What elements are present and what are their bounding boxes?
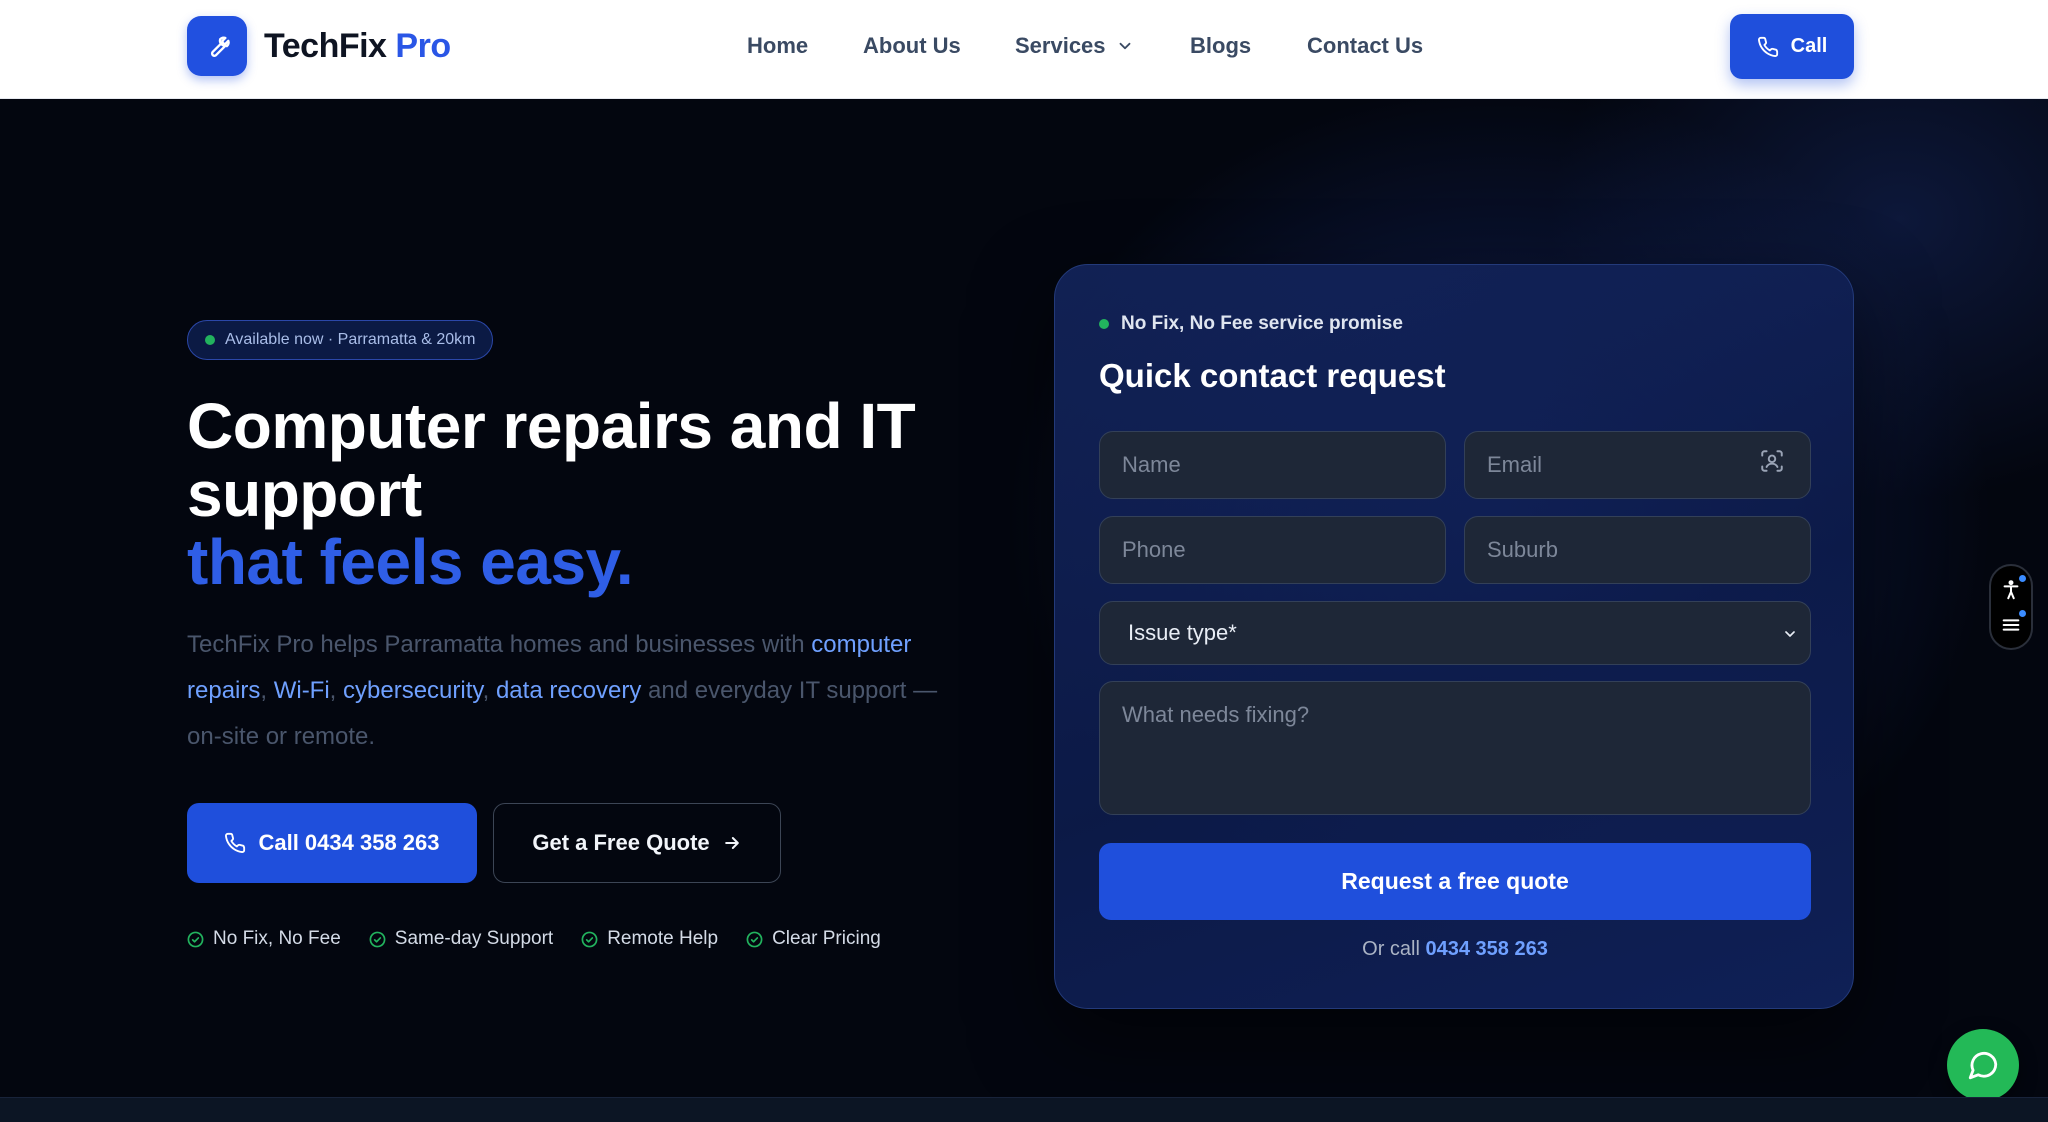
headline-main: Computer repairs and IT support bbox=[187, 390, 916, 530]
accessibility-button[interactable] bbox=[1998, 574, 2026, 603]
link-data-recovery[interactable]: data recovery bbox=[496, 677, 641, 704]
nav-services[interactable]: Services bbox=[1015, 30, 1134, 62]
chevron-down-icon bbox=[1119, 42, 1130, 50]
promise-text: No Fix, No Fee service promise bbox=[1121, 313, 1403, 334]
link-cybersecurity[interactable]: cybersecurity bbox=[343, 677, 483, 704]
service-promise: No Fix, No Fee service promise bbox=[1099, 313, 1403, 335]
side-widget-toolbar bbox=[1989, 564, 2033, 650]
message-textarea[interactable] bbox=[1099, 681, 1811, 815]
request-quote-button[interactable]: Request a free quote bbox=[1099, 843, 1811, 920]
logo-badge[interactable] bbox=[187, 16, 247, 76]
call-now-button[interactable]: Call 0434 358 263 bbox=[187, 803, 477, 883]
desc-intro: TechFix Pro helps Parramatta homes and b… bbox=[187, 631, 812, 658]
availability-badge: Available now · Parramatta & 20km bbox=[187, 320, 494, 360]
quick-contact-card: No Fix, No Fee service promise Quick con… bbox=[1054, 264, 1854, 1009]
hero-description: TechFix Pro helps Parramatta homes and b… bbox=[187, 622, 967, 760]
desc-sep: , bbox=[482, 677, 496, 704]
notification-dot bbox=[2019, 609, 2026, 617]
brand-logo-text[interactable]: TechFix Pro bbox=[264, 24, 451, 68]
accessibility-icon bbox=[2003, 579, 2019, 599]
call-now-label: Call 0434 358 263 bbox=[258, 830, 440, 855]
wrench-icon bbox=[210, 36, 230, 57]
phone-icon bbox=[1757, 36, 1778, 57]
feature-item: Same-day Support bbox=[369, 928, 553, 950]
header-call-label: Call bbox=[1790, 35, 1828, 57]
chat-bubble-icon bbox=[1968, 1051, 1998, 1080]
check-circle-icon bbox=[581, 931, 598, 947]
site-header: TechFix Pro Home About Us Services Blogs… bbox=[0, 0, 2048, 99]
phone-icon bbox=[225, 832, 246, 853]
nav-about-us[interactable]: About Us bbox=[863, 30, 961, 62]
name-input[interactable] bbox=[1099, 431, 1446, 499]
brand-name-accent: Pro bbox=[395, 27, 451, 65]
issue-type-value: Issue type* bbox=[1128, 620, 1237, 645]
feature-item: Remote Help bbox=[581, 928, 718, 950]
menu-icon bbox=[2002, 618, 2020, 631]
widget-menu-button[interactable] bbox=[1998, 609, 2026, 638]
check-circle-icon bbox=[746, 931, 763, 947]
feature-item: No Fix, No Fee bbox=[187, 928, 341, 950]
contact-card-icon bbox=[1761, 450, 1783, 472]
availability-text: Available now · Parramatta & 20km bbox=[225, 331, 476, 348]
feature-label: No Fix, No Fee bbox=[213, 928, 341, 949]
form-title: Quick contact request bbox=[1099, 357, 1446, 394]
nav-contact-us[interactable]: Contact Us bbox=[1307, 30, 1423, 62]
status-dot bbox=[1099, 319, 1109, 329]
check-circle-icon bbox=[187, 931, 204, 947]
hero-headline: Computer repairs and IT support that fee… bbox=[187, 392, 987, 596]
status-dot bbox=[205, 335, 215, 345]
headline-accent: that feels easy. bbox=[187, 526, 634, 598]
nav-services-label: Services bbox=[1015, 33, 1106, 58]
or-call-phone-link[interactable]: 0434 358 263 bbox=[1426, 938, 1548, 960]
issue-type-select[interactable]: Issue type* bbox=[1099, 601, 1811, 665]
arrow-right-icon bbox=[724, 837, 739, 849]
feature-label: Same-day Support bbox=[394, 928, 554, 949]
or-call-prefix: Or call bbox=[1362, 938, 1420, 960]
chevron-down-icon bbox=[1785, 631, 1795, 637]
nav-blogs[interactable]: Blogs bbox=[1190, 30, 1251, 62]
desc-sep: , bbox=[329, 677, 344, 704]
free-quote-label: Get a Free Quote bbox=[532, 830, 710, 855]
phone-input[interactable] bbox=[1099, 516, 1446, 584]
link-wifi[interactable]: Wi-Fi bbox=[274, 677, 330, 704]
feature-item: Clear Pricing bbox=[746, 928, 881, 950]
feature-label: Clear Pricing bbox=[772, 928, 881, 949]
check-circle-icon bbox=[369, 931, 386, 947]
feature-label: Remote Help bbox=[607, 928, 719, 949]
chat-button[interactable] bbox=[1947, 1029, 2019, 1101]
nav-home[interactable]: Home bbox=[747, 30, 808, 62]
autofill-contact-icon[interactable] bbox=[1759, 448, 1785, 479]
or-call-line: Or call 0434 358 263 bbox=[1055, 938, 1855, 961]
header-call-button[interactable]: Call bbox=[1730, 14, 1854, 79]
free-quote-button[interactable]: Get a Free Quote bbox=[493, 803, 781, 883]
feature-list: No Fix, No Fee Same-day Support Remote H… bbox=[187, 928, 881, 950]
brand-name: TechFix bbox=[264, 27, 387, 65]
desc-sep: , bbox=[260, 677, 274, 704]
next-section-edge bbox=[0, 1097, 2048, 1122]
suburb-input[interactable] bbox=[1464, 516, 1811, 584]
notification-dot bbox=[2019, 574, 2026, 582]
